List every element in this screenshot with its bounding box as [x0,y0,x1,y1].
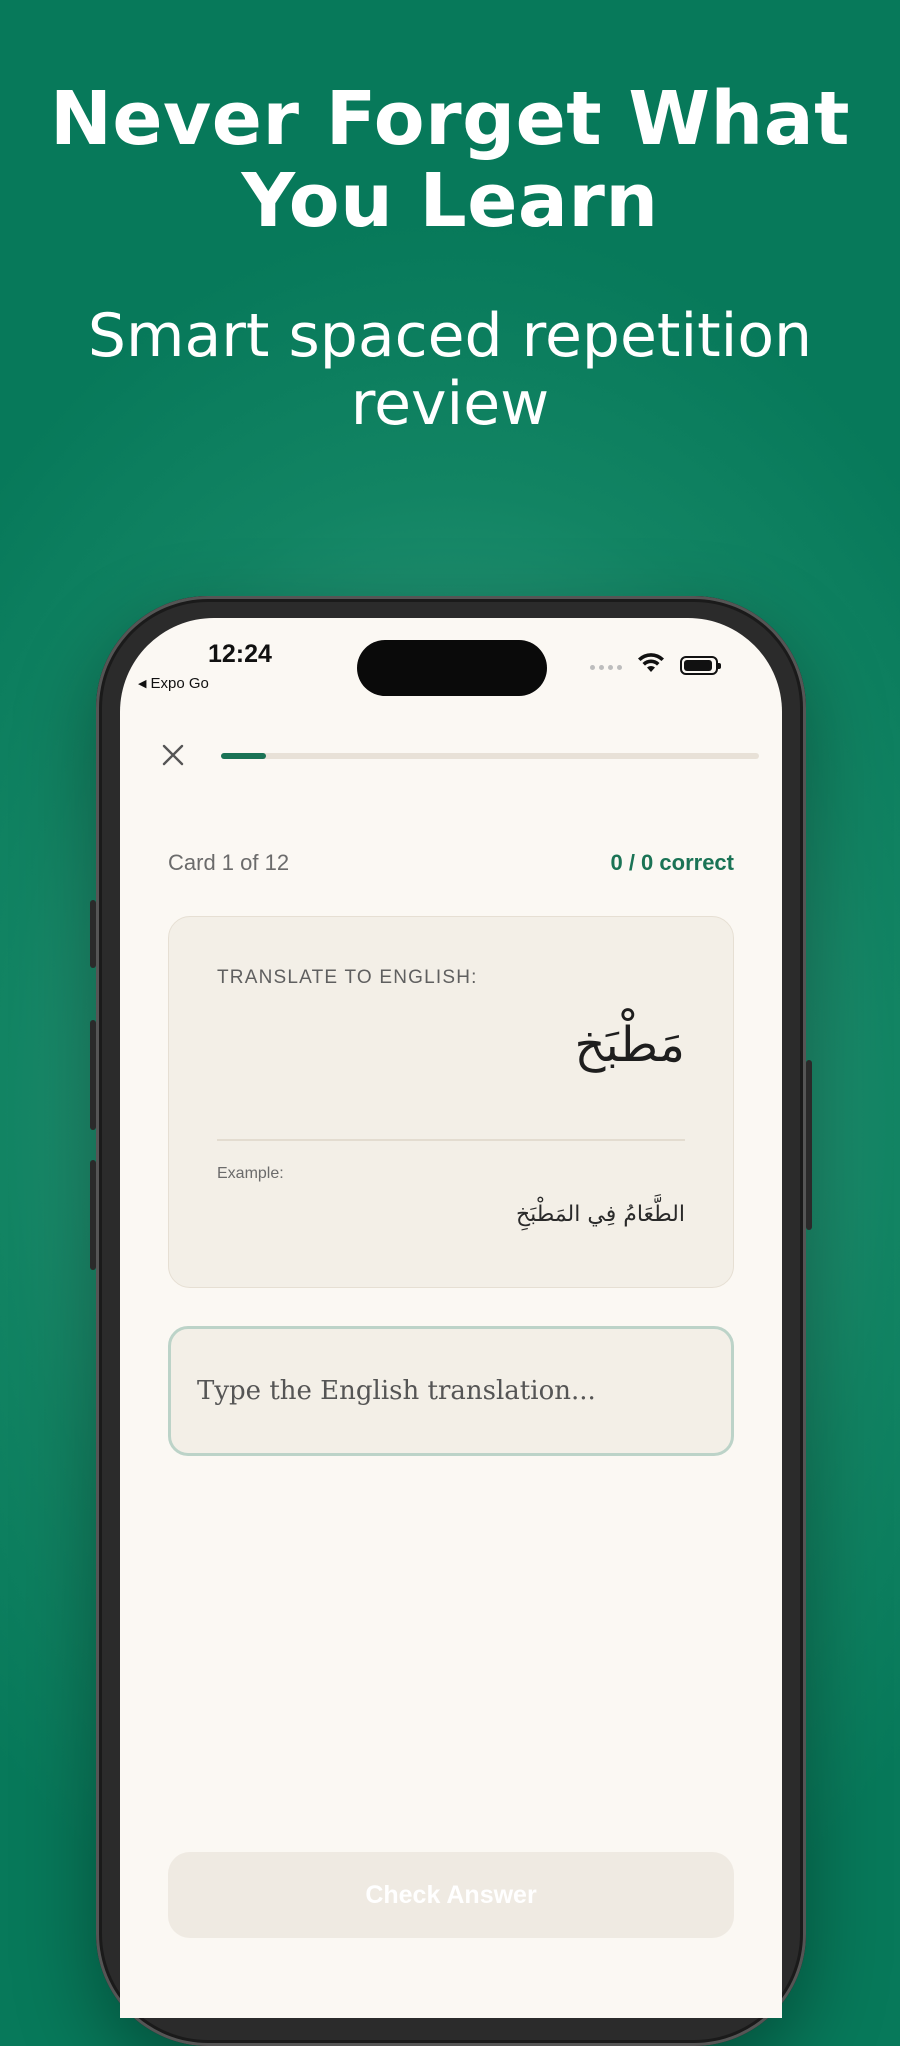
phone-volume-down [90,1160,96,1270]
phone-volume-up [90,1020,96,1130]
phone-silent-switch [90,900,96,968]
back-to-app-link[interactable]: ◀ Expo Go [138,675,209,692]
hero-title: Never Forget What You Learn [0,78,900,242]
card-divider [217,1139,685,1141]
hero-subtitle: Smart spaced repetition review [0,302,900,438]
card-word: مَطْبَخ [574,1017,685,1073]
close-button[interactable] [158,740,188,770]
session-progress-fill [221,753,266,759]
hero-title-line1: Never Forget What [49,76,851,162]
card-counter: Card 1 of 12 [168,850,290,875]
example-sentence: الطَّعَامُ فِي المَطْبَخِ [515,1202,685,1227]
card-instruction: TRANSLATE TO ENGLISH: [217,967,478,988]
hero-subtitle-line2: review [350,369,550,439]
app-screen: 12:24 ◀ Expo Go Card 1 of 12 0 / 0 correc… [120,618,782,2018]
flashcard: TRANSLATE TO ENGLISH: مَطْبَخ Example: ا… [168,916,734,1288]
battery-icon [680,656,721,675]
wifi-icon [638,653,664,672]
check-answer-button[interactable]: Check Answer [168,1852,734,1938]
close-icon [162,744,184,766]
hero-subtitle-line1: Smart spaced repetition [87,301,813,371]
back-app-label: Expo Go [150,675,209,692]
back-arrow-icon: ◀ [138,678,147,690]
status-time: 12:24 [208,640,272,668]
example-label: Example: [217,1165,284,1182]
dynamic-island [357,640,547,696]
answer-input[interactable] [168,1326,734,1456]
score-counter: 0 / 0 correct [610,850,734,875]
cellular-signal-icon [590,665,622,670]
hero-title-line2: You Learn [241,158,659,244]
session-progress-bar [221,753,759,759]
phone-power-button [806,1060,812,1230]
